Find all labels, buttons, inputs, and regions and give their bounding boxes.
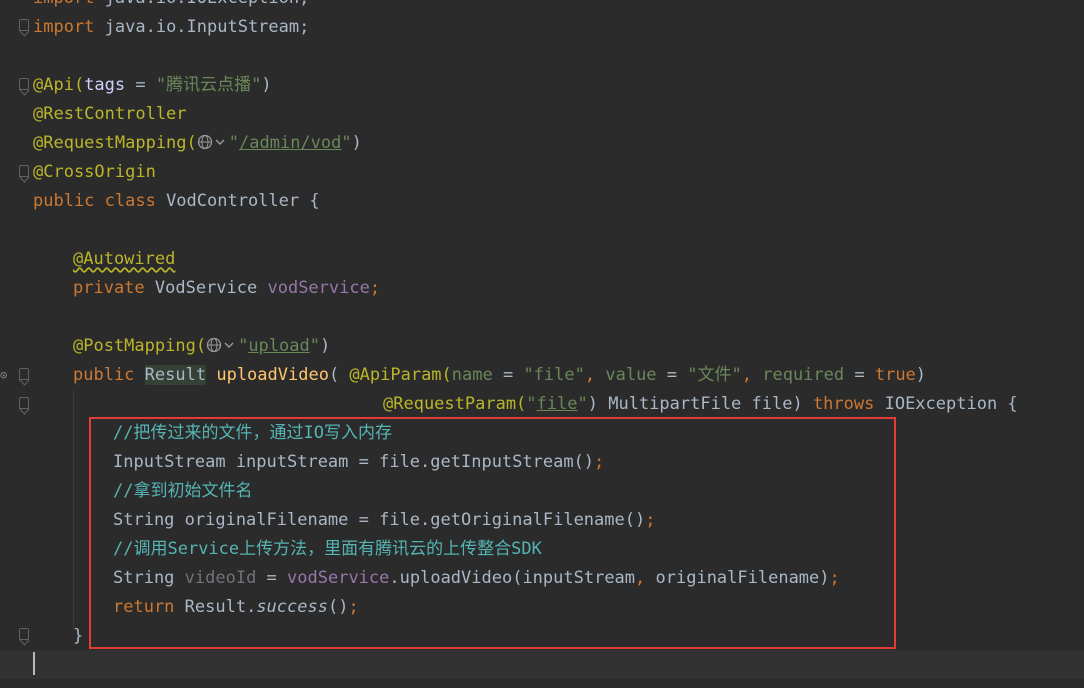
string-quote: " <box>228 133 240 153</box>
url-link[interactable]: upload <box>248 336 309 356</box>
annotation-key: tags <box>84 75 126 95</box>
boolean-literal: true <box>874 365 916 385</box>
comma: , <box>584 365 606 385</box>
operator: = <box>656 365 688 385</box>
indent-guide <box>73 390 74 630</box>
annotation-key: required <box>762 365 845 385</box>
paren: ) <box>351 133 362 153</box>
globe-icon[interactable] <box>206 335 238 353</box>
keyword: import <box>33 17 95 37</box>
code-line[interactable]: //调用Service上传方法，里面有腾讯云的上传整合SDK <box>0 535 542 564</box>
keyword: import <box>33 0 94 8</box>
code-line[interactable]: InputStream inputStream = file.getInputS… <box>0 448 604 477</box>
string-literal: "文件" <box>687 365 742 385</box>
code-line[interactable]: String videoId = vodService.uploadVideo(… <box>0 564 840 593</box>
code-line[interactable]: public Result uploadVideo( @ApiParam(nam… <box>0 361 926 390</box>
annotation: @RestController <box>33 104 187 124</box>
string-quote: " <box>309 336 320 356</box>
code-line[interactable]: @Api(tags = "腾讯云点播") <box>0 71 272 100</box>
string-literal: "腾讯云点播" <box>155 75 262 95</box>
paren: ) <box>915 365 927 385</box>
code-line[interactable]: import java.io.IOException; <box>0 0 309 13</box>
annotation: @RequestMapping( <box>33 133 197 153</box>
string-quote: " <box>577 394 588 414</box>
code-line[interactable]: //把传过来的文件，通过IO写入内存 <box>0 419 392 448</box>
globe-icon[interactable] <box>197 132 229 150</box>
annotation: @PostMapping( <box>73 336 207 356</box>
annotation-key: value <box>605 365 657 385</box>
keyword: private <box>73 278 145 298</box>
url-link[interactable]: /admin/vod <box>239 133 341 153</box>
code-line[interactable]: String originalFilename = file.getOrigin… <box>0 506 655 535</box>
parameter-decl: MultipartFile file) <box>598 394 813 414</box>
type-name: Result <box>144 365 207 385</box>
semicolon: ; <box>369 278 381 298</box>
annotation-key: name <box>451 365 493 385</box>
annotation: @RequestParam( <box>383 394 527 414</box>
operator: = <box>844 365 875 385</box>
annotation: @Autowired <box>73 249 176 269</box>
code-line[interactable]: import java.io.InputStream; <box>0 13 309 42</box>
type-name: VodService <box>144 278 268 298</box>
import-path: java.io.IOException; <box>94 0 310 8</box>
keyword: public class <box>33 191 156 211</box>
import-path: java.io.InputStream; <box>94 17 310 37</box>
code-editor[interactable]: ⊙ import java.io.IOException; import jav… <box>0 0 1084 688</box>
operator: = <box>492 365 524 385</box>
code-line[interactable]: @PostMapping( "upload") <box>0 332 330 361</box>
code-line[interactable]: public class VodController { <box>0 187 320 216</box>
exception-type: IOException { <box>874 394 1018 414</box>
code-line[interactable]: @CrossOrigin <box>0 158 156 187</box>
code-line[interactable]: private VodService vodService; <box>0 274 380 303</box>
keyword: public <box>73 365 135 385</box>
string-quote: " <box>526 394 537 414</box>
url-link[interactable]: file <box>537 394 578 414</box>
field-name: vodService <box>267 278 370 298</box>
string-literal: "file" <box>523 365 585 385</box>
string-quote: " <box>238 336 249 356</box>
paren: ) <box>261 75 272 95</box>
closing-brace: } <box>73 626 84 646</box>
code-line[interactable]: } <box>0 622 83 651</box>
code-line[interactable]: return Result.success(); <box>0 593 359 622</box>
current-line-highlight <box>0 650 1084 679</box>
paren: ( <box>328 365 350 385</box>
paren: ) <box>587 394 598 414</box>
paren: ) <box>319 336 331 356</box>
keyword: throws <box>812 394 875 414</box>
highlight-box <box>89 417 896 649</box>
code-line[interactable]: @RestController <box>0 100 187 129</box>
text-caret <box>33 652 35 675</box>
code-line[interactable]: @RequestParam("file") MultipartFile file… <box>0 390 1018 419</box>
method-name: uploadVideo <box>216 365 329 385</box>
comma: , <box>741 365 763 385</box>
code-line[interactable]: @RequestMapping( "/admin/vod") <box>0 129 362 158</box>
class-name: VodController { <box>155 191 320 211</box>
annotation: @CrossOrigin <box>33 162 156 182</box>
code-line[interactable]: @Autowired <box>0 245 175 274</box>
operator: = <box>125 75 156 95</box>
code-line[interactable]: //拿到初始文件名 <box>0 477 252 506</box>
string-quote: " <box>341 133 352 153</box>
annotation: @ApiParam( <box>349 365 452 385</box>
annotation: @Api( <box>33 75 85 95</box>
